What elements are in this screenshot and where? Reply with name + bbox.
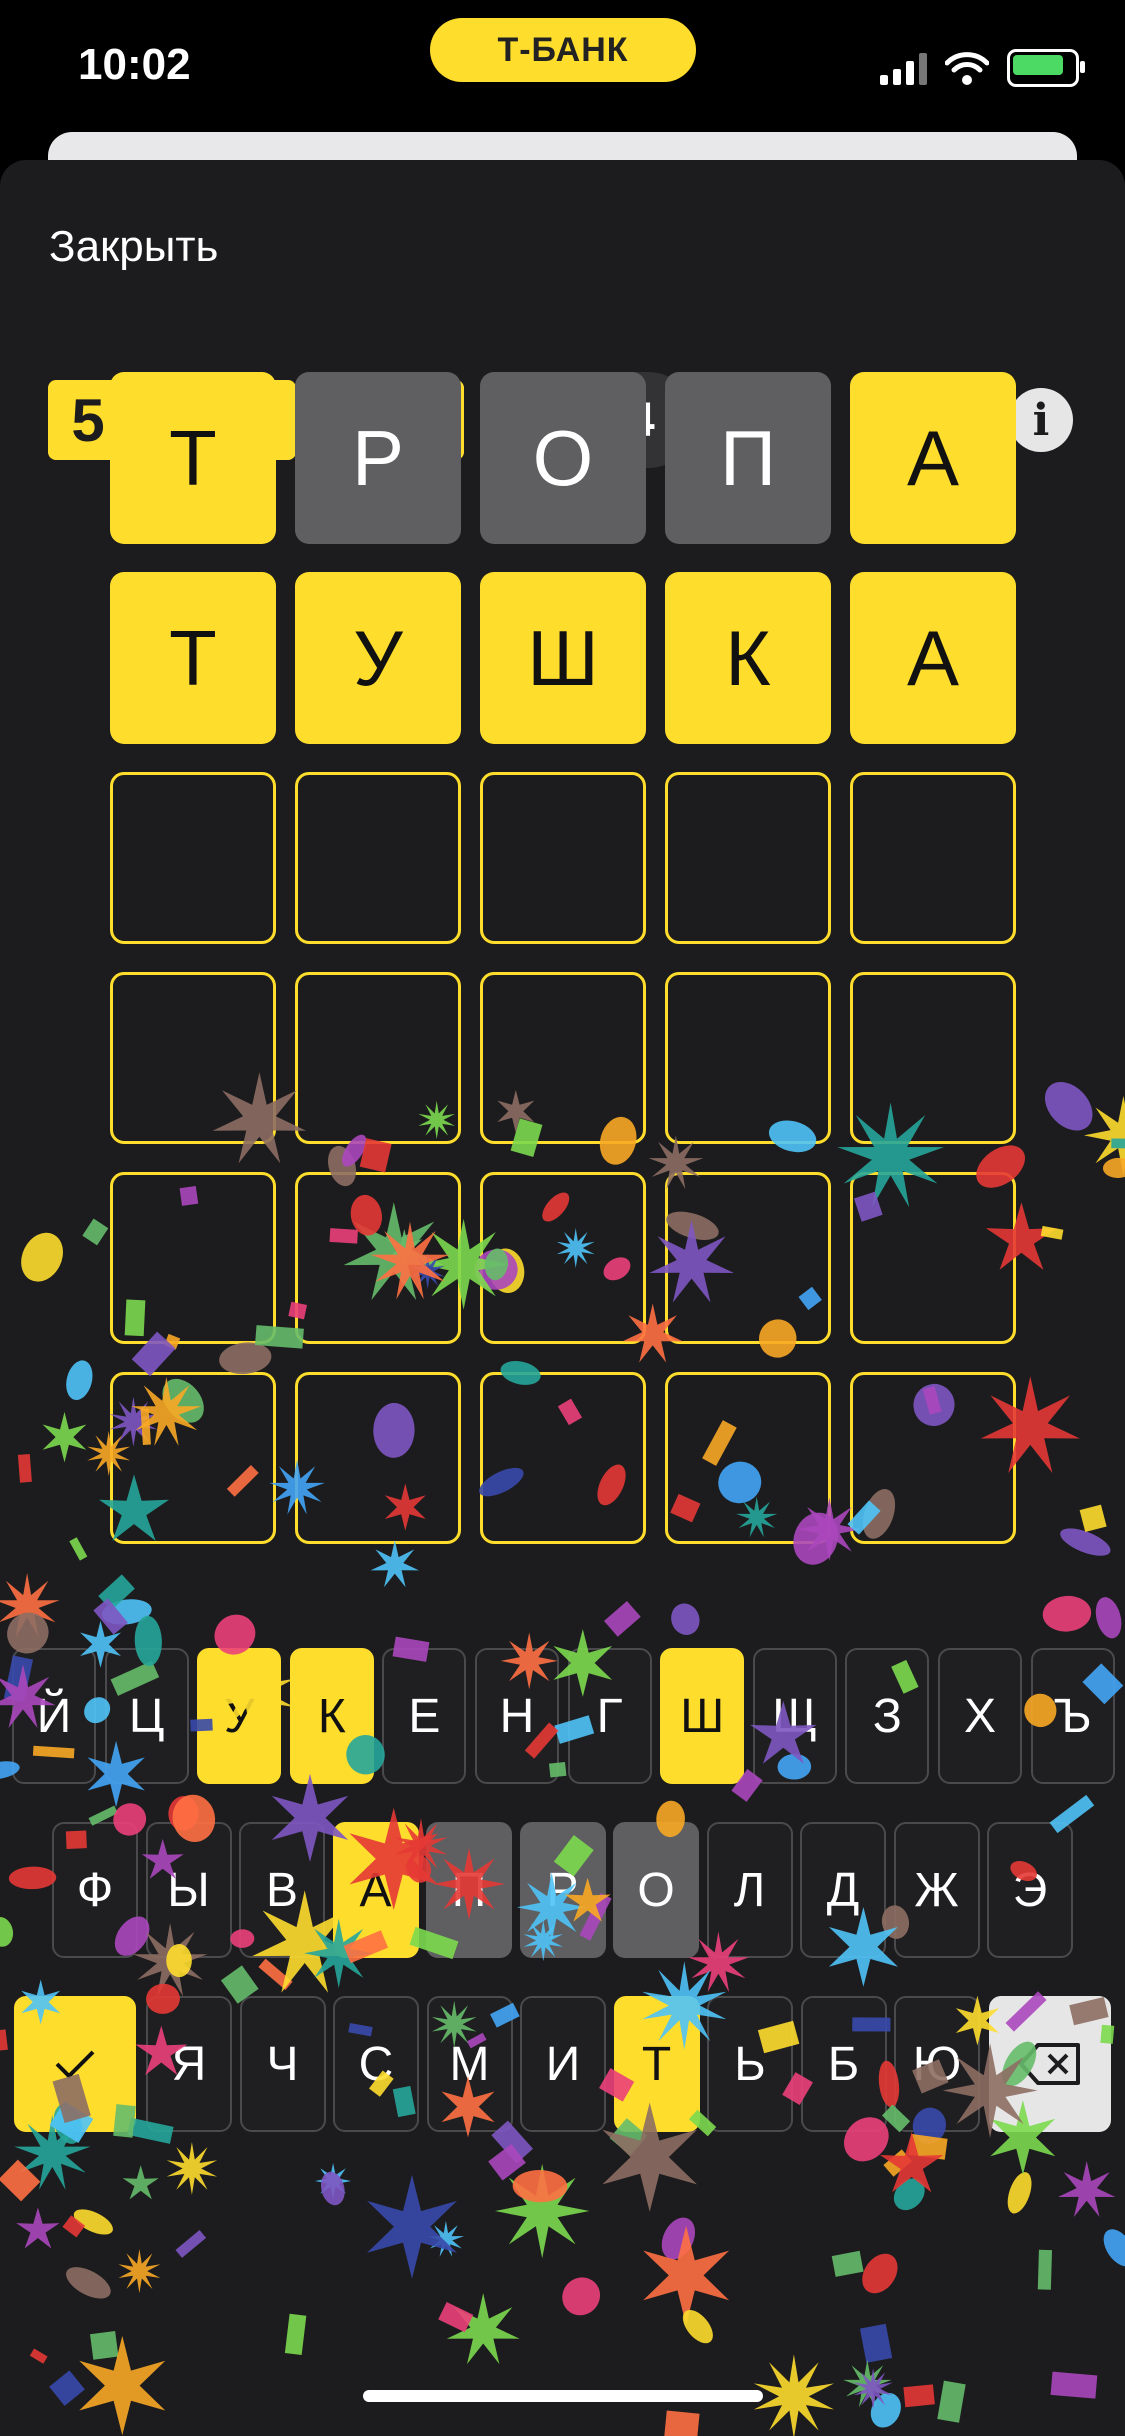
info-icon: i bbox=[1009, 388, 1073, 452]
key[interactable]: Р bbox=[519, 1822, 606, 1958]
key[interactable]: А bbox=[332, 1822, 419, 1958]
board-tile: П bbox=[665, 372, 831, 544]
board-tile-empty bbox=[480, 972, 646, 1144]
board-tile-empty bbox=[295, 972, 461, 1144]
close-button[interactable]: Закрыть bbox=[49, 222, 218, 272]
board-tile: А bbox=[850, 572, 1016, 744]
key[interactable]: Щ bbox=[752, 1648, 837, 1784]
key[interactable]: Й bbox=[12, 1648, 96, 1784]
key[interactable]: Ю bbox=[894, 1996, 980, 2132]
key[interactable]: Ч bbox=[239, 1996, 326, 2132]
board-tile: К bbox=[665, 572, 831, 744]
keyboard-row-2: ФЫВАПРОЛДЖЭ bbox=[0, 1822, 1125, 1958]
key[interactable]: Е bbox=[382, 1648, 467, 1784]
key[interactable]: Л bbox=[706, 1822, 793, 1958]
board-tile-empty bbox=[480, 772, 646, 944]
board-tile-empty bbox=[850, 1172, 1016, 1344]
status-time: 10:02 bbox=[78, 40, 191, 89]
signal-icon bbox=[880, 51, 927, 85]
board-tile-empty bbox=[665, 772, 831, 944]
board-tile-empty bbox=[850, 972, 1016, 1144]
board-tile-empty bbox=[295, 1172, 461, 1344]
key[interactable]: К bbox=[289, 1648, 374, 1784]
board-tile-empty bbox=[295, 772, 461, 944]
board-tile: Р bbox=[295, 372, 461, 544]
board-tile: Т bbox=[110, 372, 276, 544]
board-tile-empty bbox=[480, 1372, 646, 1544]
board-tile: Т bbox=[110, 572, 276, 744]
board-tile-empty bbox=[295, 1372, 461, 1544]
key[interactable]: П bbox=[426, 1822, 512, 1958]
key[interactable]: З bbox=[845, 1648, 930, 1784]
board-tile-empty bbox=[110, 772, 276, 944]
board-tile-empty bbox=[665, 972, 831, 1144]
status-icons bbox=[880, 48, 1085, 88]
board-tile-empty bbox=[665, 1172, 831, 1344]
key[interactable]: Ф bbox=[52, 1822, 138, 1958]
key[interactable]: Ц bbox=[104, 1648, 189, 1784]
keyboard-row-1: ЙЦУКЕНГШЩЗХЪ bbox=[0, 1648, 1125, 1784]
key[interactable]: И bbox=[520, 1996, 606, 2132]
status-bar: 10:02 Т-БАНК bbox=[0, 0, 1125, 150]
key[interactable]: Э bbox=[987, 1822, 1073, 1958]
board-tile: Ш bbox=[480, 572, 646, 744]
battery-icon bbox=[1007, 49, 1085, 87]
key[interactable]: Ь bbox=[707, 1996, 793, 2132]
board-tile-empty bbox=[480, 1172, 646, 1344]
carrier-pill: Т-БАНК bbox=[430, 18, 696, 82]
key[interactable]: В bbox=[239, 1822, 325, 1958]
key[interactable]: Т bbox=[613, 1996, 700, 2132]
board-tile-empty bbox=[110, 972, 276, 1144]
board-tile: О bbox=[480, 372, 646, 544]
key[interactable]: Ж bbox=[893, 1822, 980, 1958]
key[interactable]: Я bbox=[146, 1996, 232, 2132]
key[interactable]: Д bbox=[800, 1822, 886, 1958]
key[interactable]: Ш bbox=[660, 1648, 745, 1784]
wifi-icon bbox=[945, 52, 989, 85]
key[interactable]: Х bbox=[938, 1648, 1022, 1784]
key[interactable]: Ъ bbox=[1030, 1648, 1115, 1784]
key[interactable]: У bbox=[197, 1648, 282, 1784]
key[interactable]: Н bbox=[475, 1648, 559, 1784]
key[interactable]: С bbox=[333, 1996, 419, 2132]
key[interactable]: О bbox=[613, 1822, 699, 1958]
key[interactable]: М bbox=[426, 1996, 513, 2132]
keyboard-row-3: ЯЧСМИТЬБЮ bbox=[0, 1996, 1125, 2132]
board-tile: У bbox=[295, 572, 461, 744]
enter-key[interactable] bbox=[14, 1996, 136, 2132]
backspace-key[interactable] bbox=[989, 1996, 1111, 2132]
backspace-icon bbox=[1019, 2043, 1080, 2085]
board-tile-empty bbox=[665, 1372, 831, 1544]
key[interactable]: Б bbox=[800, 1996, 887, 2132]
board-tile-empty bbox=[110, 1372, 276, 1544]
key[interactable]: Ы bbox=[145, 1822, 232, 1958]
board-tile: А bbox=[850, 372, 1016, 544]
guess-board: ТРОПА ТУШКА bbox=[110, 372, 1016, 1544]
home-indicator bbox=[363, 2390, 763, 2402]
board-tile-empty bbox=[110, 1172, 276, 1344]
board-tile-empty bbox=[850, 1372, 1016, 1544]
checkmark-icon bbox=[55, 2050, 95, 2079]
board-tile-empty bbox=[850, 772, 1016, 944]
key[interactable]: Г bbox=[567, 1648, 652, 1784]
